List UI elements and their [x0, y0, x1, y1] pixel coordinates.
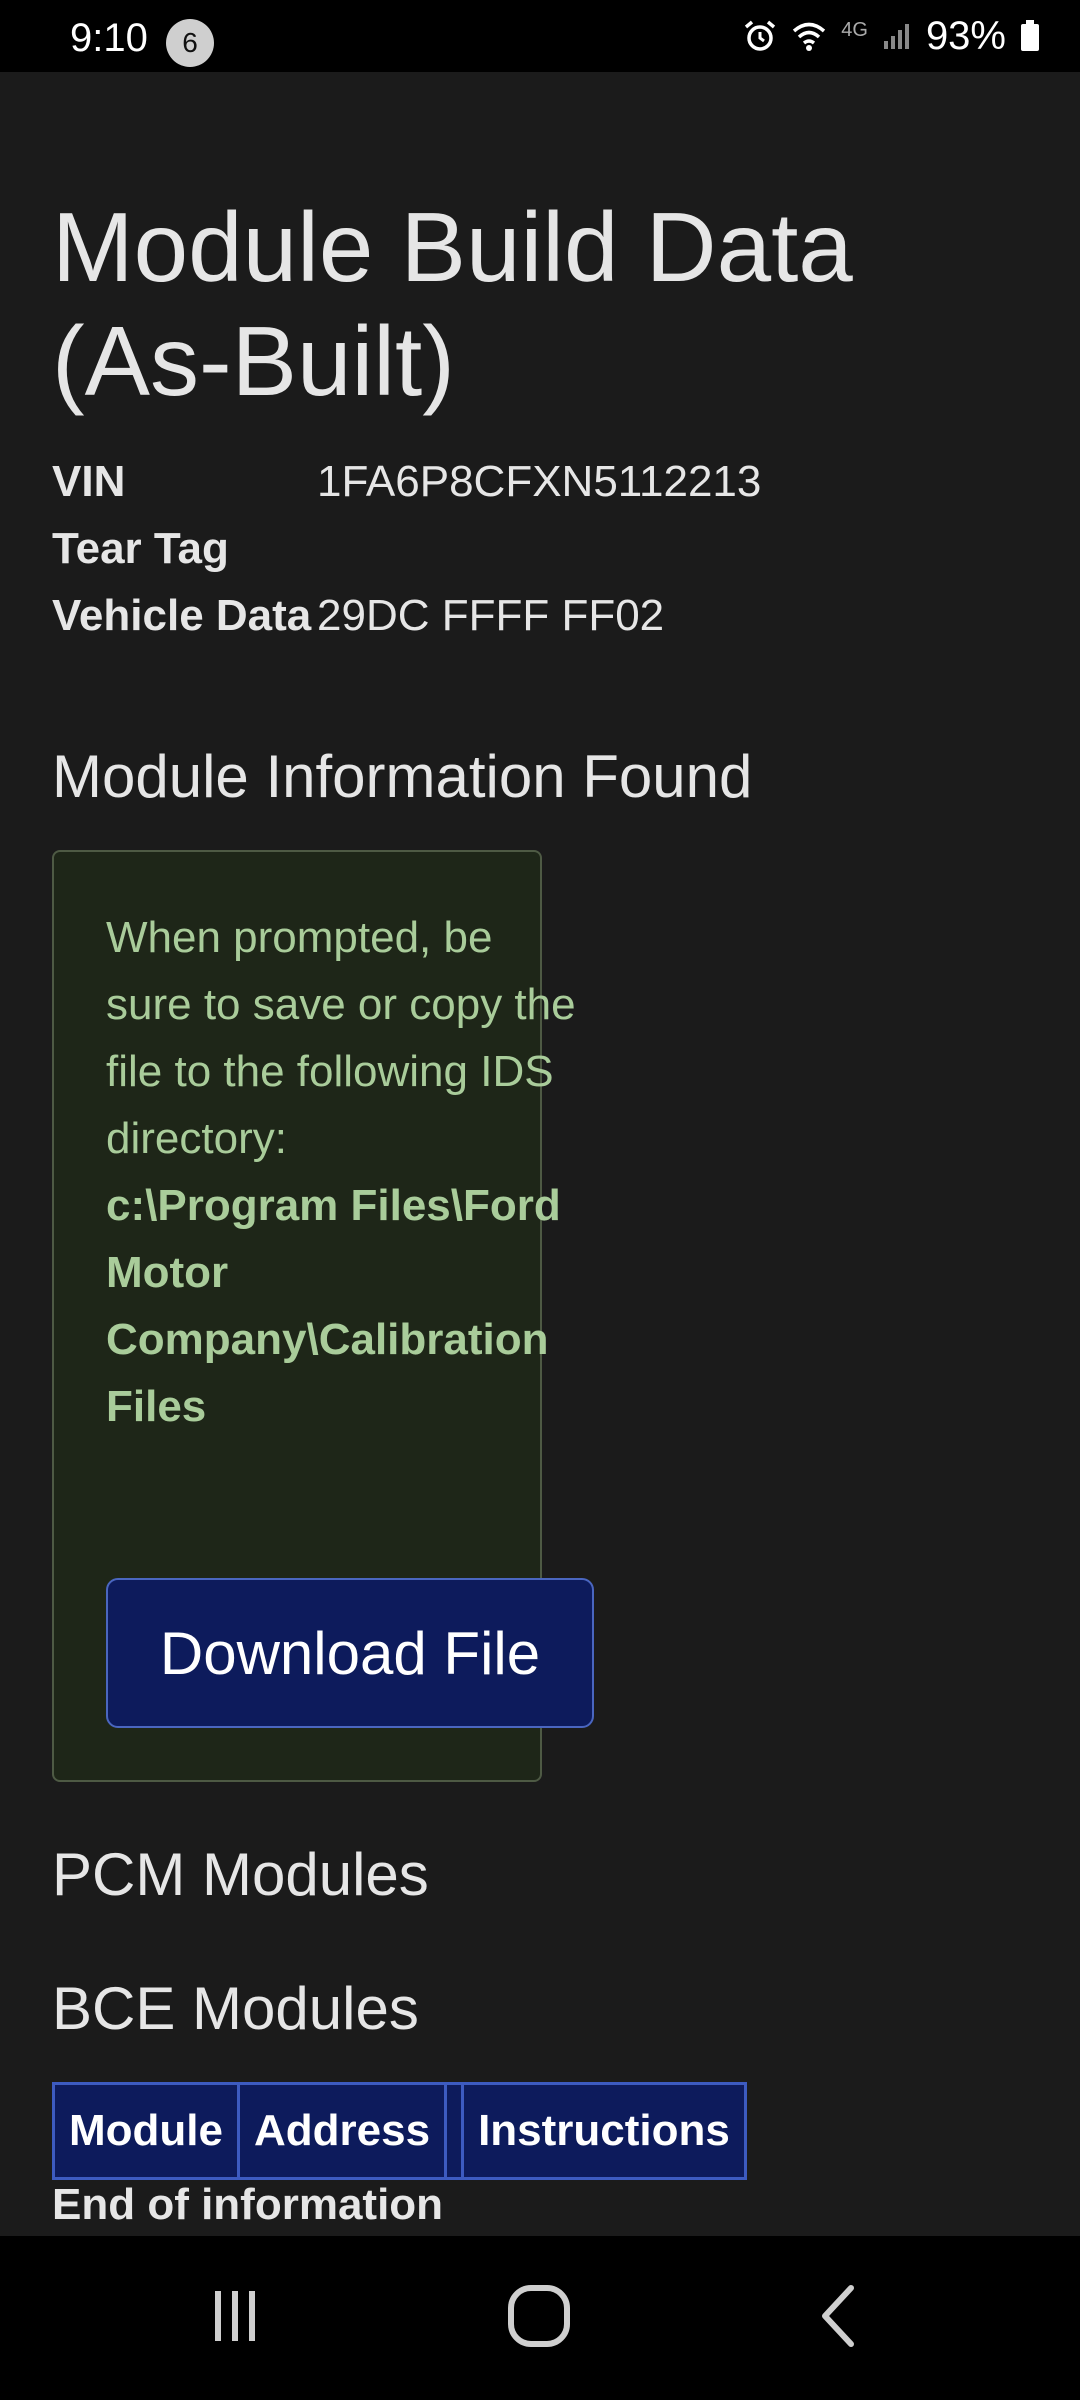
download-file-button[interactable]: Download File — [106, 1578, 594, 1728]
wifi-icon — [793, 22, 826, 51]
pcm-modules-heading: PCM Modules — [52, 1841, 429, 1908]
vehicle-info-table: VIN 1FA6P8CFXN5112213 Tear Tag Vehicle D… — [52, 448, 761, 649]
end-of-information-text: End of information — [52, 2180, 444, 2229]
column-header-empty — [447, 2085, 465, 2177]
battery-icon — [1021, 20, 1039, 51]
tear-tag-label: Tear Tag — [52, 524, 229, 573]
status-bar: 9:10 6 4G 93% — [0, 0, 1080, 72]
back-icon — [822, 2285, 854, 2347]
tear-tag-row: Tear Tag — [52, 515, 761, 582]
signal-icon — [883, 24, 909, 49]
notice-path: c:\Program Files\Ford Motor Company\Cali… — [106, 1181, 561, 1431]
notification-count-badge: 6 — [166, 19, 214, 67]
status-time: 9:10 — [70, 16, 148, 60]
home-icon — [508, 2285, 570, 2347]
notice-instructions: When prompted, be sure to save or copy t… — [106, 913, 576, 1163]
column-header-module: Module — [55, 2085, 240, 2177]
vehicle-data-label: Vehicle Data — [52, 591, 312, 640]
module-info-heading: Module Information Found — [52, 743, 753, 810]
alarm-icon — [745, 20, 776, 51]
notice-box: When prompted, be sure to save or copy t… — [52, 850, 594, 1782]
notice-text: When prompted, be sure to save or copy t… — [106, 904, 586, 1440]
home-button[interactable] — [494, 2276, 584, 2356]
battery-percent: 93% — [925, 13, 1006, 58]
page-title: Module Build Data (As-Built) — [52, 190, 1032, 418]
vehicle-data-value: 29DC FFFF FF02 — [317, 591, 665, 640]
navigation-bar — [0, 2236, 1080, 2400]
column-header-address: Address — [240, 2085, 448, 2177]
bce-modules-heading: BCE Modules — [52, 1975, 419, 2042]
page-title-line2: (As-Built) — [52, 306, 455, 416]
page-title-line1: Module Build Data — [52, 192, 853, 302]
column-header-instructions: Instructions — [478, 2106, 730, 2155]
recent-apps-icon — [215, 2291, 255, 2341]
vin-label: VIN — [52, 457, 126, 506]
network-type-label: 4G — [841, 18, 868, 41]
status-icons: 4G 93% — [743, 14, 1040, 58]
vin-row: VIN 1FA6P8CFXN5112213 — [52, 448, 761, 515]
recent-apps-button[interactable] — [190, 2276, 280, 2356]
vin-value: 1FA6P8CFXN5112213 — [317, 457, 762, 506]
bce-modules-table: Module Address Instructions — [52, 2082, 747, 2180]
back-button[interactable] — [795, 2276, 885, 2356]
vehicle-data-row: Vehicle Data 29DC FFFF FF02 — [52, 582, 761, 649]
